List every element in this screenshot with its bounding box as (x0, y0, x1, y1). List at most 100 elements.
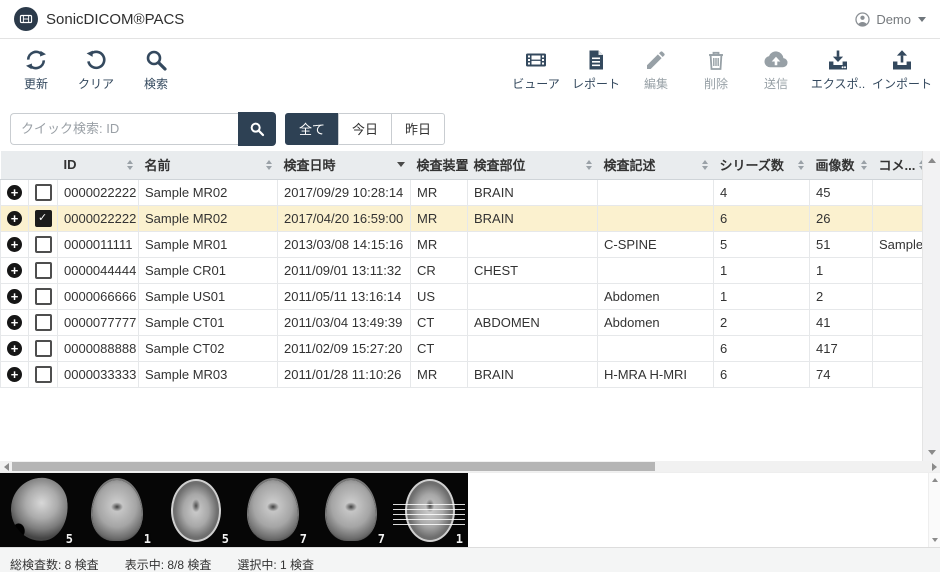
refresh-button[interactable]: 更新 (8, 46, 64, 94)
cell-modality: MR (411, 231, 468, 257)
thumbnail-scrollbar[interactable] (928, 473, 940, 547)
study-table: ID 名前 検査日時検査装置検査部位検査記述シリーズ数画像数コメ... 000002… (0, 151, 923, 388)
study-row[interactable]: 0000022222Sample MR022017/04/20 16:59:00… (1, 205, 923, 231)
expand-row-button[interactable] (7, 289, 22, 304)
column-header-datetime[interactable]: 検査日時 (278, 151, 411, 179)
column-header-body_part[interactable]: 検査部位 (468, 151, 598, 179)
scroll-down-arrow[interactable] (923, 445, 940, 459)
series-thumbnail[interactable]: 7 (312, 473, 390, 547)
cell-expand (1, 361, 29, 387)
delete-button[interactable]: 削除 (688, 46, 744, 94)
sort-both-icon (702, 160, 708, 170)
row-checkbox[interactable] (35, 262, 52, 279)
expand-row-button[interactable] (7, 211, 22, 226)
filter-yesterday-button[interactable]: 昨日 (391, 113, 445, 145)
cell-body_part: BRAIN (468, 205, 598, 231)
user-icon (854, 11, 871, 28)
column-header-images[interactable]: 画像数 (810, 151, 873, 179)
series-thumbnail[interactable]: 5 (156, 473, 234, 547)
study-row[interactable]: 0000088888Sample CT022011/02/09 15:27:20… (1, 335, 923, 361)
expand-row-button[interactable] (7, 341, 22, 356)
scroll-up-arrow[interactable] (923, 153, 940, 167)
cell-series: 6 (714, 361, 810, 387)
study-row[interactable]: 0000066666Sample US012011/05/11 13:16:14… (1, 283, 923, 309)
column-header-name[interactable]: 名前 (139, 151, 278, 179)
cell-checkbox (29, 179, 58, 205)
user-name: Demo (876, 12, 911, 27)
expand-row-button[interactable] (7, 263, 22, 278)
clear-button[interactable]: クリア (68, 46, 124, 94)
image-count-badge: 1 (456, 532, 463, 546)
image-count-badge: 7 (378, 532, 385, 546)
study-row[interactable]: 0000077777Sample CT012011/03/04 13:49:39… (1, 309, 923, 335)
scroll-right-arrow[interactable] (928, 461, 940, 472)
cell-description: Abdomen (598, 283, 714, 309)
column-header-modality[interactable]: 検査装置 (411, 151, 468, 179)
row-checkbox[interactable] (35, 210, 52, 227)
send-button[interactable]: 送信 (748, 46, 804, 94)
study-row[interactable]: 0000011111Sample MR012013/03/08 14:15:16… (1, 231, 923, 257)
report-button[interactable]: レポート (568, 46, 624, 94)
cell-datetime: 2017/04/20 16:59:00 (278, 205, 411, 231)
image-count-badge: 5 (66, 532, 73, 546)
cell-expand (1, 205, 29, 231)
cell-datetime: 2011/09/01 13:11:32 (278, 257, 411, 283)
cell-images: 1 (810, 257, 873, 283)
edit-button[interactable]: 編集 (628, 46, 684, 94)
scroll-left-arrow[interactable] (0, 461, 12, 472)
series-thumbnail[interactable]: 1 (390, 473, 468, 547)
cell-id: 0000044444 (58, 257, 139, 283)
horizontal-scroll-thumb[interactable] (12, 462, 655, 471)
cell-comment (873, 309, 923, 335)
series-thumbnail[interactable]: 7 (234, 473, 312, 547)
column-header-expand (1, 151, 29, 179)
cell-description (598, 257, 714, 283)
row-checkbox[interactable] (35, 288, 52, 305)
cell-body_part: BRAIN (468, 179, 598, 205)
table-horizontal-scrollbar[interactable] (0, 461, 940, 472)
column-header-comment[interactable]: コメ... (873, 151, 923, 179)
cell-series: 6 (714, 335, 810, 361)
study-table-body: 0000022222Sample MR022017/09/29 10:28:14… (1, 179, 923, 387)
search-button[interactable]: 検索 (128, 46, 184, 94)
user-menu[interactable]: Demo (854, 11, 926, 28)
scroll-up-arrow[interactable] (929, 475, 940, 485)
quick-search-submit-button[interactable] (238, 112, 276, 146)
cell-expand (1, 257, 29, 283)
filter-today-button[interactable]: 今日 (338, 113, 392, 145)
series-thumbnail[interactable]: 1 (78, 473, 156, 547)
study-row[interactable]: 0000022222Sample MR022017/09/29 10:28:14… (1, 179, 923, 205)
quick-search-input[interactable] (10, 113, 238, 145)
expand-row-button[interactable] (7, 315, 22, 330)
row-checkbox[interactable] (35, 340, 52, 357)
cell-id: 0000022222 (58, 179, 139, 205)
expand-row-button[interactable] (7, 237, 22, 252)
cell-body_part (468, 231, 598, 257)
cell-name: Sample CR01 (139, 257, 278, 283)
row-checkbox[interactable] (35, 314, 52, 331)
filter-all-button[interactable]: 全て (285, 113, 339, 145)
study-row[interactable]: 0000044444Sample CR012011/09/01 13:11:32… (1, 257, 923, 283)
column-header-series[interactable]: シリーズ数 (714, 151, 810, 179)
import-button[interactable]: インポート (872, 46, 932, 94)
row-checkbox[interactable] (35, 184, 52, 201)
column-header-description[interactable]: 検査記述 (598, 151, 714, 179)
expand-row-button[interactable] (7, 367, 22, 382)
scroll-down-arrow[interactable] (929, 535, 940, 545)
viewer-button[interactable]: ビューア (508, 46, 564, 94)
cell-series: 2 (714, 309, 810, 335)
row-checkbox[interactable] (35, 366, 52, 383)
series-thumbnail[interactable]: 5 (0, 473, 78, 547)
column-label: 名前 (145, 155, 171, 174)
cell-id: 0000066666 (58, 283, 139, 309)
row-checkbox[interactable] (35, 236, 52, 253)
column-header-id[interactable]: ID (58, 151, 139, 179)
study-row[interactable]: 0000033333Sample MR032011/01/28 11:10:26… (1, 361, 923, 387)
cell-datetime: 2013/03/08 14:15:16 (278, 231, 411, 257)
table-vertical-scrollbar[interactable] (922, 151, 940, 461)
export-button[interactable]: エクスポ.. (808, 46, 868, 94)
cell-images: 417 (810, 335, 873, 361)
cell-id: 0000088888 (58, 335, 139, 361)
cell-comment (873, 335, 923, 361)
expand-row-button[interactable] (7, 185, 22, 200)
